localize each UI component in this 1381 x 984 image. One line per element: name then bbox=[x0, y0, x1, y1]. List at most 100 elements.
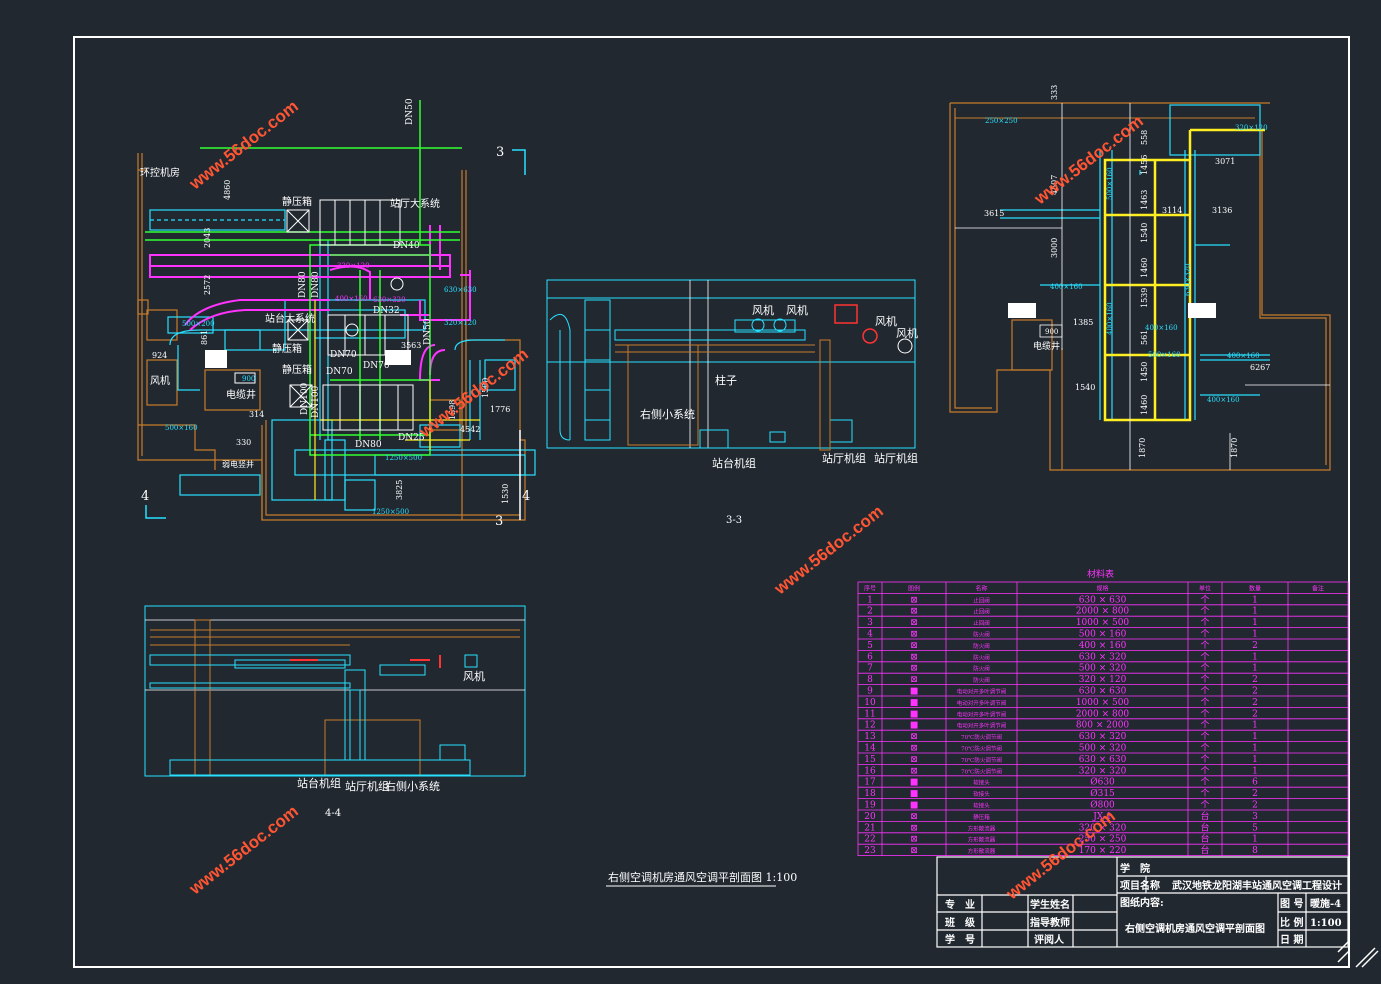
duct-label: 400×160 bbox=[1145, 324, 1178, 332]
material-table-cell: Ø315 bbox=[1090, 788, 1115, 799]
tb-date-label: 日 期 bbox=[1280, 933, 1303, 946]
material-table-cell: 21 bbox=[864, 823, 875, 833]
material-table-cell: 1 bbox=[1252, 732, 1258, 742]
material-table-cell: 500 × 320 bbox=[1079, 744, 1127, 754]
dimension-label: 3563 bbox=[401, 341, 421, 350]
material-table-cell: ⊠ bbox=[910, 664, 918, 674]
tb-major-label: 专 业 bbox=[945, 898, 975, 911]
pipe-label: DN50 bbox=[405, 98, 415, 125]
material-table-cell: ■ bbox=[910, 778, 919, 788]
dimension-label: 330 bbox=[236, 438, 251, 447]
material-table-cell: 20 bbox=[864, 812, 876, 822]
room-label: 风机 bbox=[150, 374, 170, 387]
material-table-cell: 个 bbox=[1200, 788, 1209, 799]
material-table-cell: 方形散流器 bbox=[968, 836, 996, 844]
material-table-cell: 个 bbox=[1200, 617, 1209, 628]
material-table-cell: 10 bbox=[864, 698, 876, 708]
material-table-cell: 5 bbox=[1252, 823, 1258, 833]
dimension-label: 924 bbox=[152, 351, 167, 360]
duct-label: 900 bbox=[242, 375, 255, 383]
material-table-cell: 个 bbox=[1200, 731, 1209, 742]
section-label: 风机 bbox=[875, 314, 897, 328]
material-table-cell: 个 bbox=[1200, 651, 1209, 662]
pipe-label: DN70 bbox=[326, 367, 353, 377]
material-table-cell: 个 bbox=[1200, 800, 1209, 811]
pipe-label: DN80 bbox=[355, 440, 382, 450]
dimension-label: 3000 bbox=[1050, 238, 1059, 258]
material-table-header: 图例 bbox=[908, 584, 920, 592]
material-table-cell: ⊠ bbox=[910, 744, 918, 754]
material-table-cell: ■ bbox=[910, 789, 919, 799]
dimension-label: 2043 bbox=[203, 228, 212, 248]
material-table-header: 序号 bbox=[864, 584, 876, 592]
section-4-4: 风机 站台机组 站厅机组 右侧小系统 4-4 bbox=[144, 605, 526, 819]
material-table-cell: 630 × 320 bbox=[1079, 732, 1127, 742]
material-table-cell: 3 bbox=[867, 618, 873, 628]
section-label: 站台机组 bbox=[297, 776, 341, 790]
dimension-label: 1776 bbox=[490, 405, 510, 414]
material-table-cell: 台 bbox=[1200, 810, 1209, 822]
material-table-cell: 8 bbox=[867, 675, 873, 685]
material-table-cell: 软接头 bbox=[973, 790, 990, 798]
material-table-cell: 2000 × 800 bbox=[1076, 709, 1130, 719]
pipe-label: DN32 bbox=[373, 306, 400, 316]
pipe-label: DN80 bbox=[311, 271, 321, 298]
duct-label: 400×160 bbox=[1227, 352, 1260, 360]
tb-content-label: 图纸内容: bbox=[1120, 896, 1164, 909]
material-table-cell: 1 bbox=[1252, 618, 1258, 628]
duct-label: 320×120 bbox=[444, 319, 477, 327]
corner-marks bbox=[1337, 940, 1379, 968]
material-table-cell: 13 bbox=[864, 732, 876, 742]
material-table-cell: 个 bbox=[1200, 765, 1209, 776]
material-table-cell: 500 × 320 bbox=[1079, 664, 1127, 674]
material-table-cell: 1000 × 500 bbox=[1076, 698, 1130, 708]
material-table-cell: ■ bbox=[910, 687, 919, 697]
room-label: 弱电竖井 bbox=[222, 459, 254, 469]
material-table-cell: 2 bbox=[1252, 709, 1258, 719]
dimension-label: 1460 bbox=[1140, 395, 1149, 415]
material-table-cell: 70℃防火调节阀 bbox=[961, 767, 1002, 775]
material-table-cell: ⊠ bbox=[910, 835, 918, 845]
material-table-cell: 2 bbox=[867, 607, 873, 617]
pipe-label: DN100 bbox=[311, 385, 321, 418]
material-table-cell: 电动对开多叶调节阀 bbox=[957, 688, 1007, 696]
dimension-label: 314 bbox=[249, 410, 264, 419]
tb-drawing-no-value: 暖施-4 bbox=[1310, 897, 1341, 910]
material-table-cell: 70℃防火调节阀 bbox=[961, 733, 1002, 741]
section-label: 站厅机组 bbox=[345, 779, 389, 793]
watermark: www.56doc.com bbox=[185, 802, 302, 899]
material-table-cell: ⊠ bbox=[910, 641, 918, 651]
tb-student-label: 学生姓名 bbox=[1030, 898, 1070, 911]
tb-scale-label: 比 例 bbox=[1280, 916, 1303, 929]
duct-label: 500×160 bbox=[165, 424, 198, 432]
material-table-cell: 2 bbox=[1252, 687, 1258, 697]
drawing-title: 右侧空调机房通风空调平剖面图 1:100 bbox=[608, 870, 797, 884]
material-table-cell: 12 bbox=[864, 721, 875, 731]
dimension-label: 3615 bbox=[984, 209, 1004, 218]
material-table-cell: 9 bbox=[867, 687, 873, 697]
tb-school-label: 学 院 bbox=[1120, 862, 1150, 875]
material-table-cell: 方形散流器 bbox=[968, 824, 996, 832]
duct-label: 400×160 bbox=[335, 295, 368, 303]
dimension-label: 2572 bbox=[203, 275, 212, 295]
section-label: 站台机组 bbox=[712, 456, 756, 470]
duct-label: 400×160 bbox=[1050, 283, 1083, 291]
tb-drawing-no-label: 图 号 bbox=[1280, 898, 1303, 910]
section-label: 风机 bbox=[786, 303, 808, 317]
material-table-cell: 1 bbox=[1252, 766, 1258, 776]
tb-project-value: 武汉地铁龙阳湖丰站通风空调工程设计 bbox=[1172, 879, 1342, 892]
material-table-cell: 台 bbox=[1200, 833, 1209, 845]
material-table-cell: ■ bbox=[910, 709, 919, 719]
tb-reviewer-label: 评阅人 bbox=[1034, 933, 1065, 946]
dimension-label: 900 bbox=[1045, 328, 1058, 336]
material-table-cell: 1 bbox=[1252, 595, 1258, 605]
material-table-cell: 个 bbox=[1200, 629, 1209, 640]
dimension-label: 1870 bbox=[1230, 438, 1239, 458]
material-table-header: 数量 bbox=[1249, 584, 1261, 592]
plan-left: 环控机房 静压箱 站厅大系统 站台大系统 静压箱 静压箱 风机 电缆井 弱电竖井… bbox=[137, 98, 536, 529]
pipe-label: DN40 bbox=[393, 241, 420, 251]
pipe-label: DN50 bbox=[423, 318, 433, 345]
room-label: 站台大系统 bbox=[265, 312, 315, 325]
material-table-cell: 防火阀 bbox=[973, 665, 990, 673]
pipe-label: DN70 bbox=[363, 361, 390, 371]
